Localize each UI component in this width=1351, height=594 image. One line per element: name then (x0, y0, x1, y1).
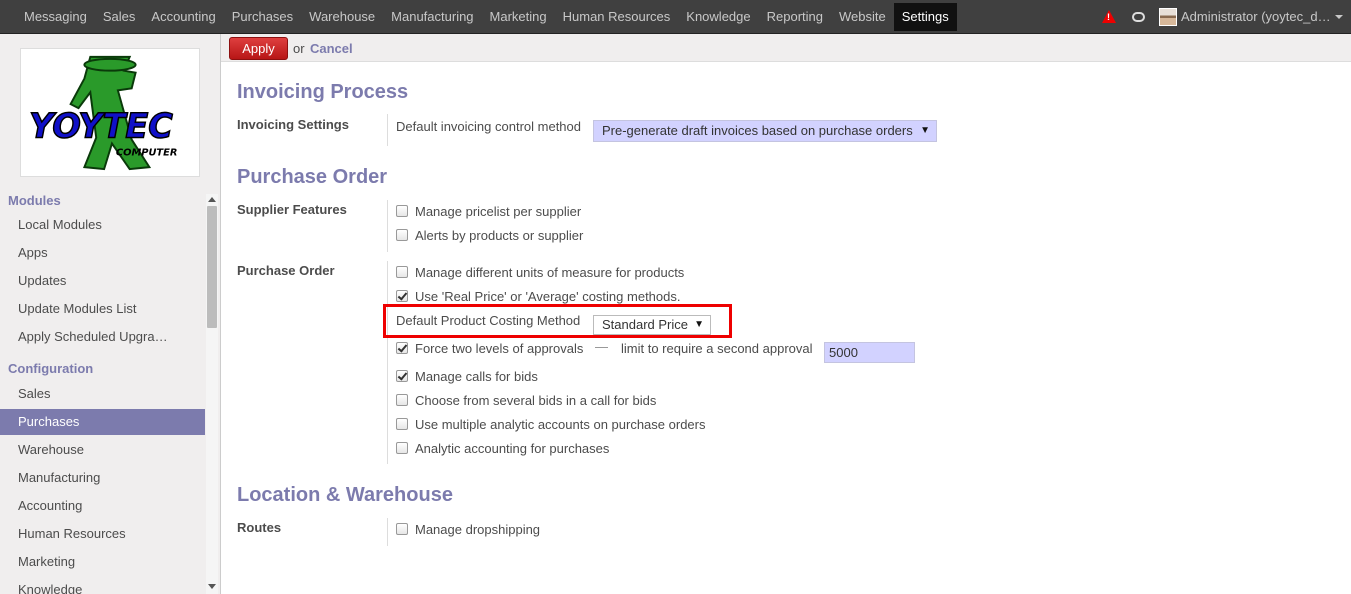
checkbox-two-level-approvals[interactable] (396, 342, 408, 354)
label-analytic-accounting: Analytic accounting for purchases (415, 441, 610, 456)
logo-subtext: COMPUTER (116, 147, 178, 158)
sidebar-item-local-modules[interactable]: Local Modules (0, 212, 205, 238)
company-logo[interactable]: YOYTEC COMPUTER (20, 48, 200, 177)
menu-human-resources[interactable]: Human Resources (555, 3, 679, 31)
label-dropshipping: Manage dropshipping (415, 522, 541, 537)
separator-dash (595, 347, 608, 348)
cancel-link[interactable]: Cancel (310, 41, 353, 56)
user-menu-name[interactable]: Administrator (yoytec_demo) (1181, 9, 1331, 24)
or-text: or (293, 41, 305, 56)
divider (387, 518, 388, 546)
checkbox-several-bids[interactable] (396, 394, 408, 406)
chevron-down-icon[interactable] (1335, 14, 1343, 19)
label-multiple-analytic: Use multiple analytic accounts on purcha… (415, 417, 706, 432)
checkbox-alerts-by-products[interactable] (396, 229, 408, 241)
scroll-up-icon[interactable] (208, 197, 216, 202)
main-menu: Messaging Sales Accounting Purchases War… (16, 0, 957, 33)
sidebar-item-human-resources[interactable]: Human Resources (0, 521, 205, 547)
menu-accounting[interactable]: Accounting (143, 3, 223, 31)
approval-limit-input[interactable] (824, 342, 915, 363)
top-navbar: Messaging Sales Accounting Purchases War… (0, 0, 1351, 34)
sidebar-item-marketing[interactable]: Marketing (0, 549, 205, 575)
apply-button[interactable]: Apply (229, 37, 288, 60)
group-supplier-features: Supplier Features (237, 202, 347, 217)
sidebar-item-apps[interactable]: Apps (0, 240, 205, 266)
topbar-right: Administrator (yoytec_demo) (1102, 0, 1343, 33)
menu-purchases[interactable]: Purchases (224, 3, 301, 31)
logo-text: YOYTEC (29, 107, 173, 146)
sidebar-item-warehouse[interactable]: Warehouse (0, 437, 205, 463)
section-configuration: Configuration (8, 361, 94, 376)
menu-warehouse[interactable]: Warehouse (301, 3, 383, 31)
label-units-of-measure: Manage different units of measure for pr… (415, 265, 685, 280)
checkbox-pricelist-per-supplier[interactable] (396, 205, 408, 217)
label-costing-methods: Use 'Real Price' or 'Average' costing me… (415, 289, 681, 304)
sidebar-item-accounting[interactable]: Accounting (0, 493, 205, 519)
divider (387, 200, 388, 252)
menu-marketing[interactable]: Marketing (482, 3, 555, 31)
approval-limit-label: limit to require a second approval (621, 341, 813, 356)
highlight-annotation (383, 304, 732, 338)
chat-icon[interactable] (1132, 11, 1145, 22)
sidebar-scrollbar[interactable] (206, 194, 218, 594)
checkbox-costing-methods[interactable] (396, 290, 408, 302)
warning-icon[interactable] (1102, 10, 1116, 23)
heading-purchase-order: Purchase Order (237, 166, 388, 188)
sidebar-item-apply-scheduled-upgrades[interactable]: Apply Scheduled Upgra… (0, 324, 205, 350)
action-bar: Apply or Cancel (221, 34, 1351, 62)
invoicing-method-value: Pre-generate draft invoices based on pur… (602, 123, 913, 138)
label-two-level-approvals: Force two levels of approvals (415, 341, 584, 356)
group-purchase-order: Purchase Order (237, 263, 335, 278)
menu-website[interactable]: Website (831, 3, 894, 31)
group-invoicing-settings: Invoicing Settings (237, 117, 349, 132)
sidebar-item-sales[interactable]: Sales (0, 381, 205, 407)
menu-messaging[interactable]: Messaging (16, 3, 95, 31)
label-calls-for-bids: Manage calls for bids (415, 369, 538, 384)
checkbox-multiple-analytic[interactable] (396, 418, 408, 430)
sidebar-item-manufacturing[interactable]: Manufacturing (0, 465, 205, 491)
scroll-down-icon[interactable] (208, 584, 216, 589)
scrollbar-thumb[interactable] (207, 206, 217, 328)
menu-settings[interactable]: Settings (893, 2, 957, 31)
checkbox-calls-for-bids[interactable] (396, 370, 408, 382)
label-several-bids: Choose from several bids in a call for b… (415, 393, 657, 408)
section-modules: Modules (8, 193, 61, 208)
label-pricelist-per-supplier: Manage pricelist per supplier (415, 204, 582, 219)
avatar[interactable] (1159, 7, 1177, 26)
checkbox-analytic-accounting[interactable] (396, 442, 408, 454)
invoicing-method-select[interactable]: Pre-generate draft invoices based on pur… (593, 120, 937, 142)
group-routes: Routes (237, 520, 282, 535)
label-alerts-by-products: Alerts by products or supplier (415, 228, 584, 243)
heading-location-warehouse: Location & Warehouse (237, 484, 453, 506)
menu-manufacturing[interactable]: Manufacturing (383, 3, 481, 31)
divider (387, 261, 388, 464)
menu-knowledge[interactable]: Knowledge (678, 3, 758, 31)
sidebar-item-updates[interactable]: Updates (0, 268, 205, 294)
dropdown-arrow-icon: ▼ (920, 125, 930, 136)
sidebar-item-purchases[interactable]: Purchases (0, 409, 205, 435)
divider (387, 114, 388, 146)
sidebar-item-knowledge[interactable]: Knowledge (0, 577, 205, 594)
menu-sales[interactable]: Sales (95, 3, 144, 31)
heading-invoicing-process: Invoicing Process (237, 81, 409, 103)
menu-reporting[interactable]: Reporting (759, 3, 831, 31)
sidebar: YOYTEC COMPUTER Modules Local Modules Ap… (0, 34, 221, 594)
invoicing-method-label: Default invoicing control method (396, 119, 581, 134)
logo-graphic: YOYTEC COMPUTER (29, 55, 178, 171)
checkbox-dropshipping[interactable] (396, 523, 408, 535)
checkbox-units-of-measure[interactable] (396, 266, 408, 278)
sidebar-item-update-modules-list[interactable]: Update Modules List (0, 296, 205, 322)
